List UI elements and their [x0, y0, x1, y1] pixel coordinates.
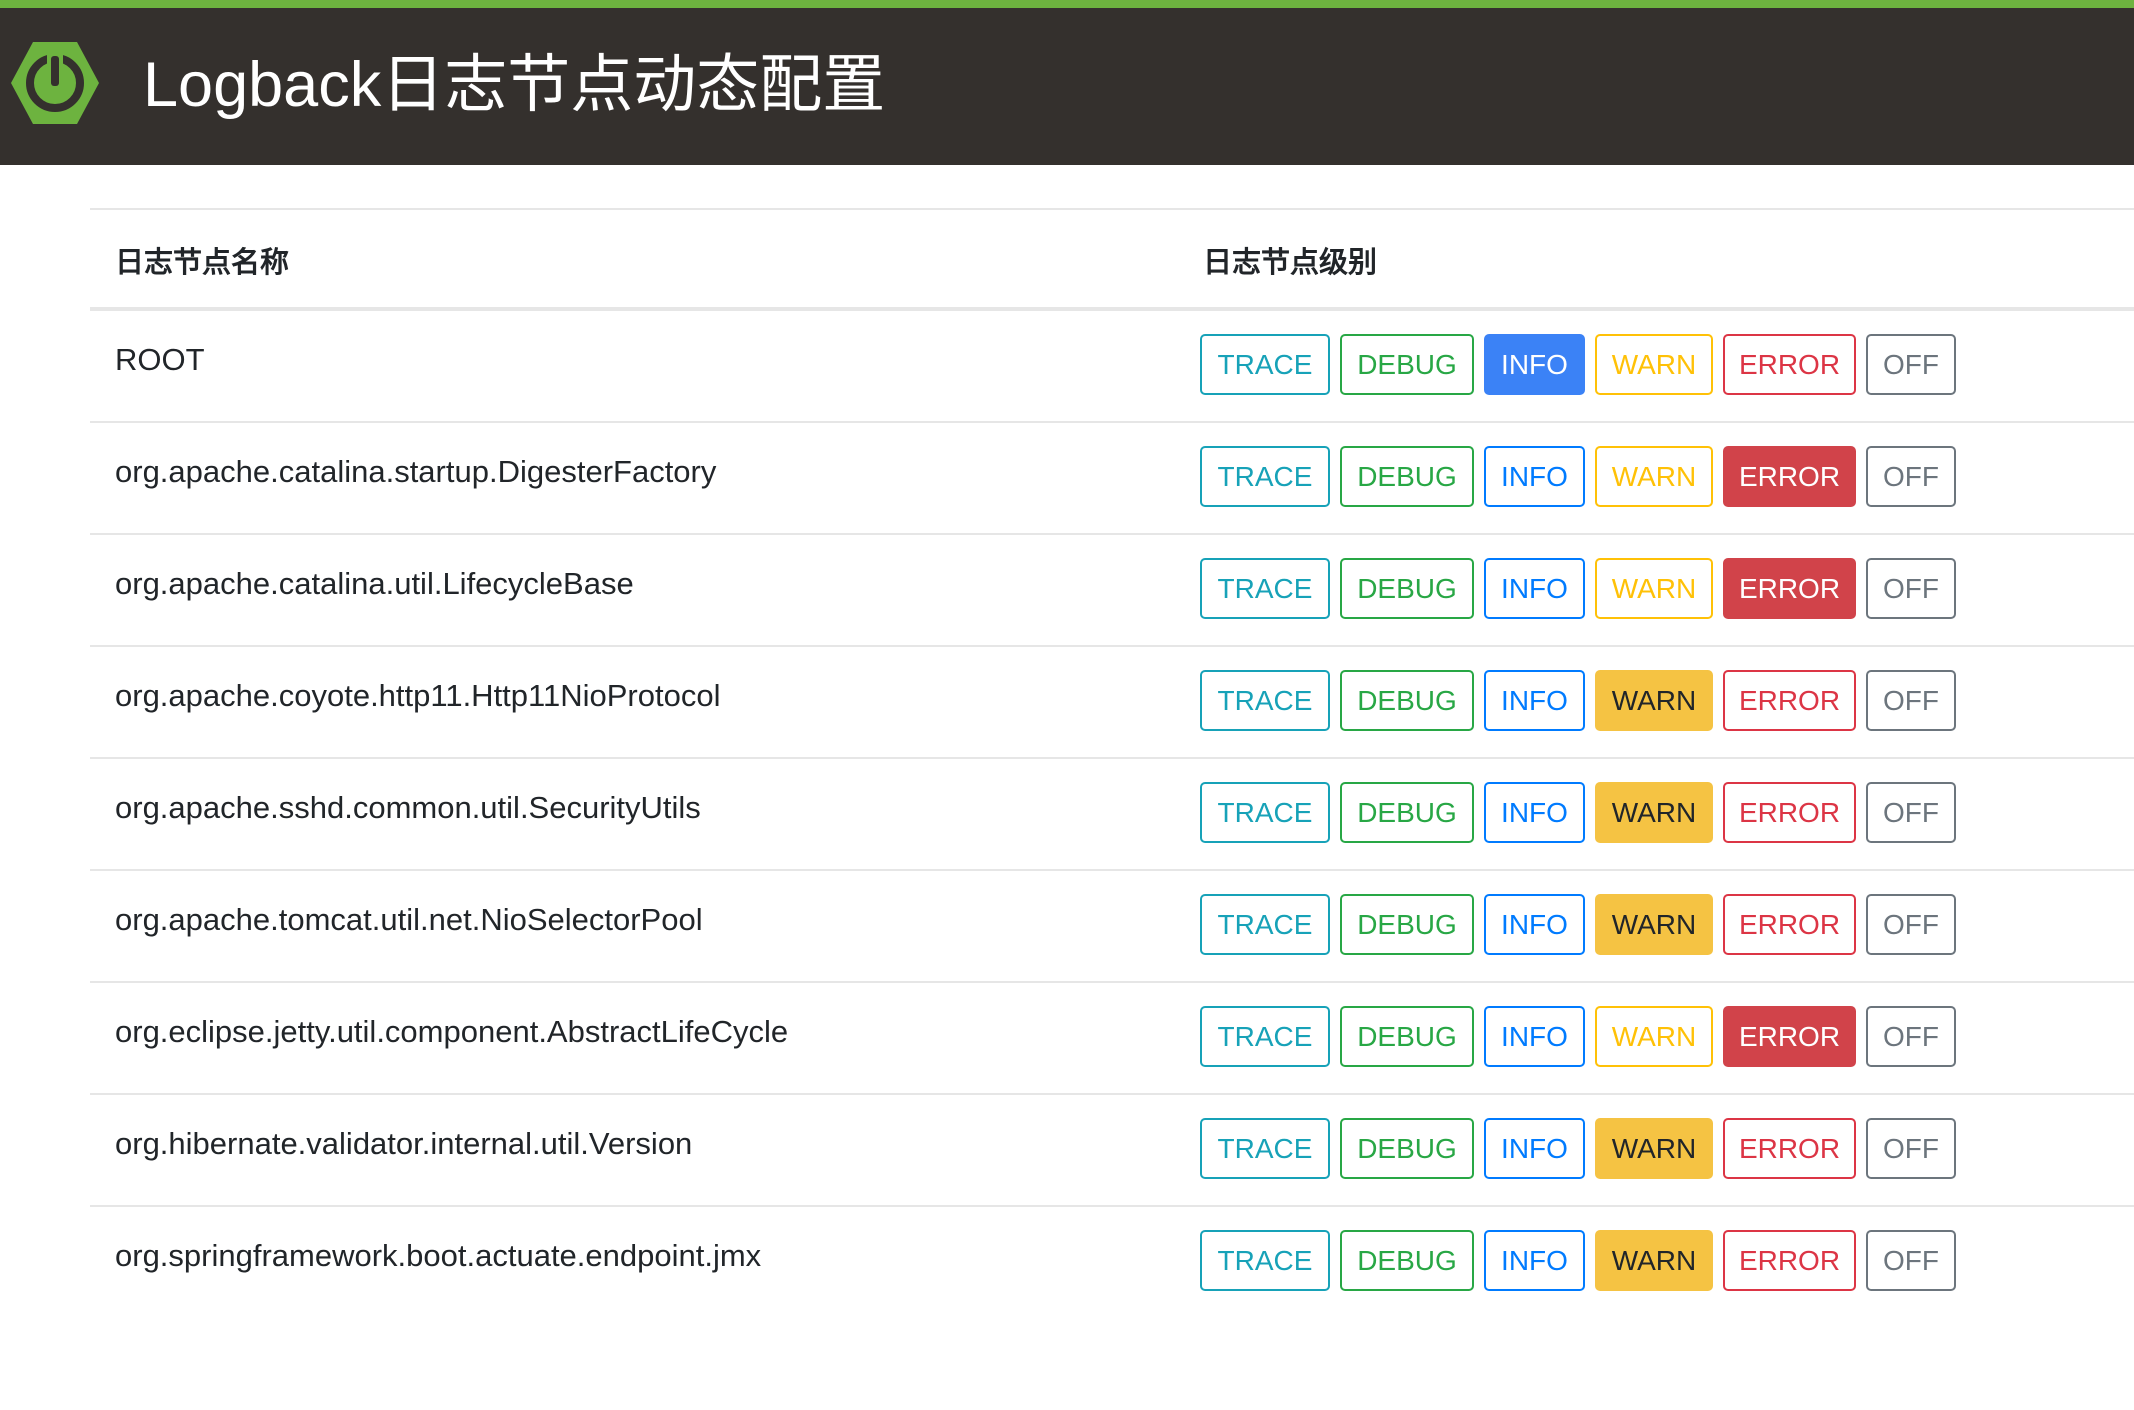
- level-button-info[interactable]: INFO: [1484, 1118, 1585, 1179]
- level-button-warn[interactable]: WARN: [1595, 558, 1713, 619]
- level-button-debug[interactable]: DEBUG: [1340, 894, 1474, 955]
- logger-name: org.apache.catalina.util.LifecycleBase: [115, 566, 634, 601]
- level-button-error[interactable]: ERROR: [1723, 558, 1856, 619]
- logger-name: org.apache.coyote.http11.Http11NioProtoc…: [115, 678, 721, 713]
- level-button-error[interactable]: ERROR: [1723, 1006, 1856, 1067]
- level-button-off[interactable]: OFF: [1866, 894, 1956, 955]
- level-button-error[interactable]: ERROR: [1723, 446, 1856, 507]
- level-button-warn[interactable]: WARN: [1595, 782, 1713, 843]
- level-button-info[interactable]: INFO: [1484, 670, 1585, 731]
- level-button-debug[interactable]: DEBUG: [1340, 782, 1474, 843]
- logger-name: org.apache.sshd.common.util.SecurityUtil…: [115, 790, 701, 825]
- table-row: org.eclipse.jetty.util.component.Abstrac…: [90, 983, 2134, 1095]
- level-button-off[interactable]: OFF: [1866, 1006, 1956, 1067]
- level-button-info[interactable]: INFO: [1484, 894, 1585, 955]
- level-button-warn[interactable]: WARN: [1595, 894, 1713, 955]
- logger-name: org.apache.tomcat.util.net.NioSelectorPo…: [115, 902, 703, 937]
- level-button-warn[interactable]: WARN: [1595, 446, 1713, 507]
- logger-name: org.eclipse.jetty.util.component.Abstrac…: [115, 1014, 789, 1049]
- column-header-level: 日志节点级别: [1203, 247, 1378, 279]
- level-button-debug[interactable]: DEBUG: [1340, 1118, 1474, 1179]
- level-button-debug[interactable]: DEBUG: [1340, 446, 1474, 507]
- table-header: 日志节点名称 日志节点级别: [90, 208, 2134, 311]
- level-button-debug[interactable]: DEBUG: [1340, 1006, 1474, 1067]
- table-row: org.apache.sshd.common.util.SecurityUtil…: [90, 759, 2134, 871]
- table-row: org.apache.catalina.startup.DigesterFact…: [90, 423, 2134, 535]
- level-button-debug[interactable]: DEBUG: [1340, 558, 1474, 619]
- level-button-trace[interactable]: TRACE: [1200, 782, 1330, 843]
- level-button-info[interactable]: INFO: [1484, 1230, 1585, 1291]
- logger-table: 日志节点名称 日志节点级别 ROOT TRACE DEBUG INFO WARN ERRO…: [90, 208, 2134, 1319]
- column-header-name: 日志节点名称: [115, 247, 290, 279]
- level-button-off[interactable]: OFF: [1866, 1118, 1956, 1179]
- level-button-info[interactable]: INFO: [1484, 334, 1585, 395]
- level-button-trace[interactable]: TRACE: [1200, 1230, 1330, 1291]
- level-button-warn[interactable]: WARN: [1595, 1118, 1713, 1179]
- logger-name: org.apache.catalina.startup.DigesterFact…: [115, 454, 717, 489]
- level-button-error[interactable]: ERROR: [1723, 1118, 1856, 1179]
- app-header: Logback日志节点动态配置: [0, 8, 2134, 165]
- table-row: org.apache.catalina.util.LifecycleBase TR…: [90, 535, 2134, 647]
- level-button-debug[interactable]: DEBUG: [1340, 334, 1474, 395]
- logger-name: org.springframework.boot.actuate.endpoin…: [115, 1238, 762, 1273]
- level-button-trace[interactable]: TRACE: [1200, 1006, 1330, 1067]
- level-button-warn[interactable]: WARN: [1595, 334, 1713, 395]
- level-button-warn[interactable]: WARN: [1595, 670, 1713, 731]
- level-button-error[interactable]: ERROR: [1723, 334, 1856, 395]
- level-button-trace[interactable]: TRACE: [1200, 334, 1330, 395]
- level-button-off[interactable]: OFF: [1866, 782, 1956, 843]
- level-button-info[interactable]: INFO: [1484, 782, 1585, 843]
- table-row: org.apache.coyote.http11.Http11NioProtoc…: [90, 647, 2134, 759]
- level-button-off[interactable]: OFF: [1866, 558, 1956, 619]
- table-row: org.springframework.boot.actuate.endpoin…: [90, 1207, 2134, 1319]
- table-body: ROOT TRACE DEBUG INFO WARN ERROR OFF org.apache…: [90, 311, 2134, 1319]
- level-button-error[interactable]: ERROR: [1723, 782, 1856, 843]
- level-button-error[interactable]: ERROR: [1723, 670, 1856, 731]
- level-button-trace[interactable]: TRACE: [1200, 670, 1330, 731]
- level-button-trace[interactable]: TRACE: [1200, 1118, 1330, 1179]
- table-row: org.hibernate.validator.internal.util.Ve…: [90, 1095, 2134, 1207]
- table-row: org.apache.tomcat.util.net.NioSelectorPo…: [90, 871, 2134, 983]
- level-button-info[interactable]: INFO: [1484, 1006, 1585, 1067]
- level-button-debug[interactable]: DEBUG: [1340, 1230, 1474, 1291]
- level-button-warn[interactable]: WARN: [1595, 1230, 1713, 1291]
- logger-name: org.hibernate.validator.internal.util.Ve…: [115, 1126, 693, 1161]
- table-row: ROOT TRACE DEBUG INFO WARN ERROR OFF: [90, 311, 2134, 423]
- spring-power-icon: [11, 42, 99, 124]
- level-button-off[interactable]: OFF: [1866, 1230, 1956, 1291]
- header-accent-line: [0, 0, 2134, 8]
- level-button-error[interactable]: ERROR: [1723, 1230, 1856, 1291]
- level-button-info[interactable]: INFO: [1484, 446, 1585, 507]
- page-title: Logback日志节点动态配置: [143, 50, 886, 120]
- level-button-off[interactable]: OFF: [1866, 334, 1956, 395]
- level-button-off[interactable]: OFF: [1866, 670, 1956, 731]
- level-button-warn[interactable]: WARN: [1595, 1006, 1713, 1067]
- logger-name: ROOT: [115, 342, 205, 377]
- level-button-trace[interactable]: TRACE: [1200, 894, 1330, 955]
- level-button-debug[interactable]: DEBUG: [1340, 670, 1474, 731]
- level-button-info[interactable]: INFO: [1484, 558, 1585, 619]
- level-button-error[interactable]: ERROR: [1723, 894, 1856, 955]
- level-button-trace[interactable]: TRACE: [1200, 446, 1330, 507]
- level-button-trace[interactable]: TRACE: [1200, 558, 1330, 619]
- level-button-off[interactable]: OFF: [1866, 446, 1956, 507]
